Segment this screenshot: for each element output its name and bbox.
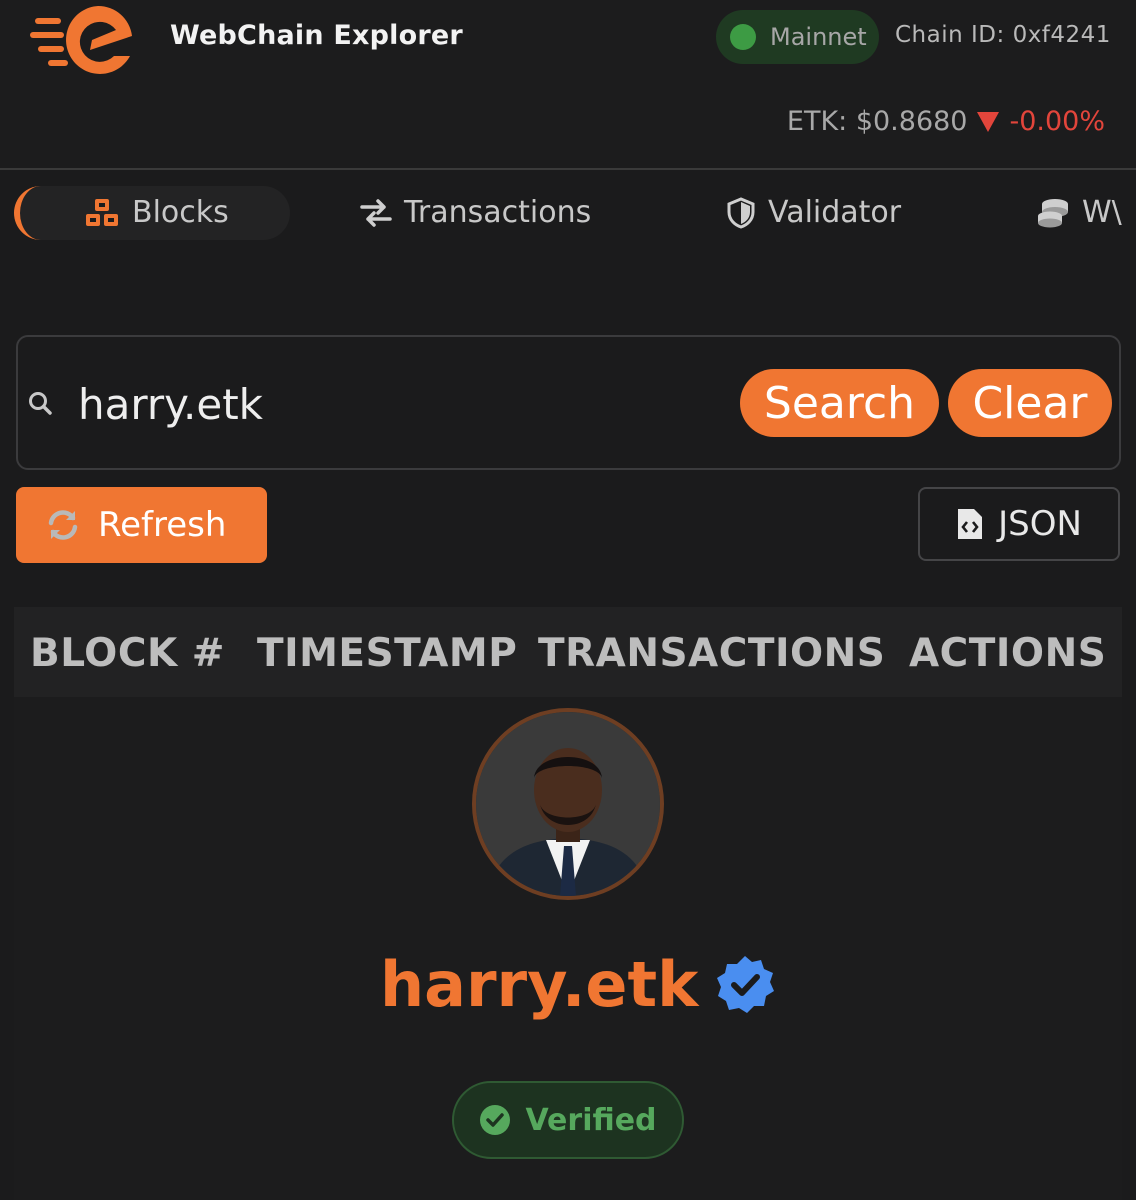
cubes-icon	[86, 198, 118, 226]
coins-icon	[1038, 198, 1068, 227]
shield-icon	[727, 196, 755, 229]
refresh-icon	[48, 510, 78, 540]
top-header: WebChain Explorer Mainnet Chain ID: 0xf4…	[0, 0, 1136, 170]
clear-button[interactable]: Clear	[948, 369, 1112, 437]
nav-item-blocks[interactable]: Blocks	[84, 195, 229, 230]
nav-label-validator: Validator	[768, 195, 902, 230]
username-text: harry.etk	[380, 948, 699, 1021]
search-input[interactable]	[78, 374, 678, 434]
nav-item-transactions[interactable]: Transactions	[360, 195, 591, 230]
verified-label: Verified	[525, 1102, 657, 1138]
refresh-label: Refresh	[98, 505, 227, 545]
nav-label-blocks: Blocks	[132, 195, 229, 230]
network-label: Mainnet	[770, 23, 867, 51]
price-label: ETK: $0.8680	[786, 106, 968, 137]
chain-id: Chain ID: 0xf4241	[895, 22, 1111, 48]
column-header-timestamp[interactable]: TIMESTAMP	[257, 631, 517, 676]
down-triangle-icon	[977, 111, 1000, 132]
verified-status-badge: Verified	[452, 1081, 684, 1159]
nav-label-wallets: W\	[1082, 195, 1122, 230]
search-button[interactable]: Search	[740, 369, 939, 437]
brand-title: WebChain Explorer	[170, 20, 463, 51]
main-nav: Blocks Transactions Validator W\	[0, 180, 1136, 250]
column-header-transactions[interactable]: TRANSACTIONS	[538, 631, 885, 676]
status-dot-icon	[730, 24, 756, 50]
json-label: JSON	[998, 504, 1082, 544]
avatar	[472, 708, 664, 900]
token-price: ETK: $0.8680 -0.00%	[787, 106, 1105, 137]
nav-item-wallets[interactable]: W\	[1036, 195, 1122, 230]
search-bar: Search Clear	[16, 335, 1121, 470]
network-badge[interactable]: Mainnet	[716, 10, 879, 64]
verified-badge-icon	[717, 955, 775, 1013]
file-code-icon	[958, 509, 983, 539]
price-change: -0.00%	[1009, 106, 1105, 137]
refresh-button[interactable]: Refresh	[16, 487, 267, 563]
json-button[interactable]: JSON	[918, 487, 1120, 561]
nav-item-validator[interactable]: Validator	[726, 195, 901, 230]
column-header-actions[interactable]: ACTIONS	[909, 631, 1106, 676]
search-icon	[29, 392, 52, 415]
profile-username: harry.etk	[380, 948, 776, 1021]
column-header-block[interactable]: BLOCK #	[30, 631, 225, 676]
blocks-table-header: BLOCK # TIMESTAMP TRANSACTIONS ACTIONS	[14, 607, 1122, 697]
webchain-logo[interactable]	[30, 0, 140, 78]
profile-photo	[476, 712, 660, 896]
nav-label-transactions: Transactions	[404, 195, 592, 230]
exchange-icon	[360, 198, 392, 227]
check-circle-icon	[480, 1105, 511, 1135]
